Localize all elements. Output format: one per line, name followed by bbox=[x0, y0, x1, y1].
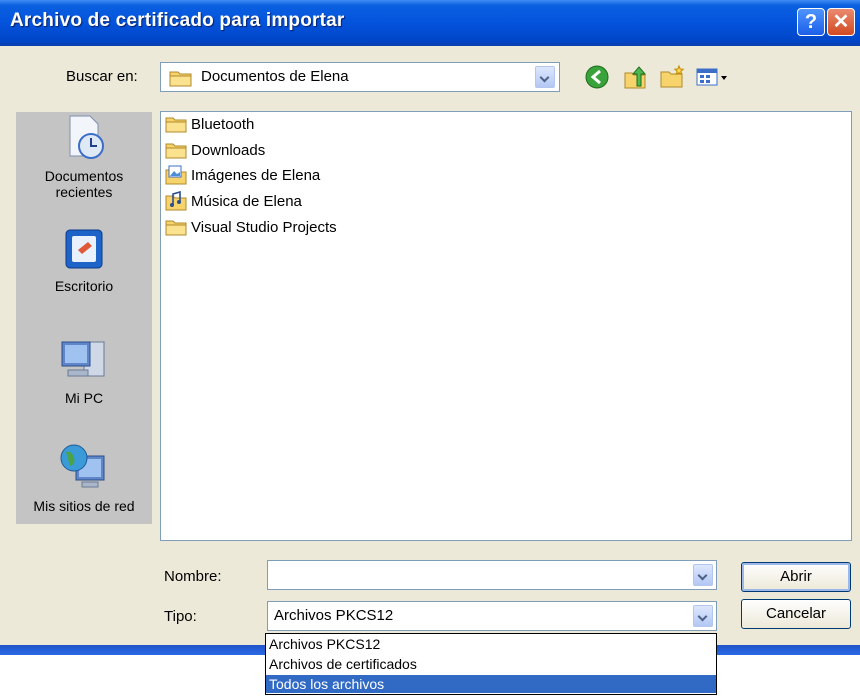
filetype-combobox[interactable]: Archivos PKCS12 bbox=[267, 601, 717, 631]
place-label: Documentos recientes bbox=[44, 168, 124, 200]
place-label: Mis sitios de red bbox=[33, 498, 135, 514]
filetype-option-selected[interactable]: Todos los archivos bbox=[266, 675, 716, 693]
filetype-option[interactable]: Archivos PKCS12 bbox=[266, 635, 716, 653]
place-label: Escritorio bbox=[54, 278, 114, 294]
new-folder-icon[interactable] bbox=[659, 64, 685, 90]
folder-icon bbox=[165, 143, 187, 159]
desktop-icon bbox=[65, 229, 103, 269]
music-folder-icon bbox=[165, 191, 187, 211]
window-title: Archivo de certificado para importar bbox=[10, 10, 345, 31]
network-places-icon bbox=[60, 444, 105, 488]
file-name: Visual Studio Projects bbox=[191, 218, 337, 236]
chevron-down-icon[interactable] bbox=[693, 605, 713, 627]
file-name: Música de Elena bbox=[191, 192, 302, 210]
list-item[interactable]: Downloads bbox=[165, 138, 265, 162]
lookin-label: Buscar en: bbox=[66, 68, 138, 85]
filetype-option[interactable]: Archivos de certificados bbox=[266, 655, 716, 673]
lookin-value: Documentos de Elena bbox=[201, 68, 349, 85]
place-desktop[interactable]: Escritorio bbox=[16, 226, 152, 294]
title-bar[interactable]: Archivo de certificado para importar ? ✕ bbox=[0, 0, 860, 46]
view-menu-icon[interactable] bbox=[695, 64, 729, 90]
filetype-label: Tipo: bbox=[164, 608, 197, 625]
filename-label: Nombre: bbox=[164, 568, 222, 585]
place-label: Mi PC bbox=[64, 390, 104, 406]
file-name: Imágenes de Elena bbox=[191, 166, 321, 184]
list-item[interactable]: Imágenes de Elena bbox=[165, 163, 320, 187]
file-list[interactable]: Bluetooth Downloads Imágenes de Elena Mú… bbox=[160, 111, 852, 541]
back-icon[interactable] bbox=[584, 64, 610, 90]
file-name: Bluetooth bbox=[191, 115, 255, 133]
up-folder-icon[interactable] bbox=[622, 64, 648, 90]
filetype-dropdown-list[interactable]: Archivos PKCS12 Archivos de certificados… bbox=[265, 633, 717, 695]
filetype-value: Archivos PKCS12 bbox=[274, 607, 394, 624]
recent-documents-icon bbox=[69, 115, 104, 159]
open-button[interactable]: Abrir bbox=[741, 562, 851, 592]
folder-icon bbox=[169, 71, 192, 87]
close-button[interactable]: ✕ bbox=[827, 8, 855, 36]
filename-input[interactable] bbox=[272, 564, 686, 588]
chevron-down-icon[interactable] bbox=[535, 66, 555, 88]
folder-icon bbox=[165, 117, 187, 133]
my-computer-icon bbox=[61, 341, 105, 377]
places-bar: Documentos recientes Escritorio Mi PC Mi… bbox=[16, 112, 152, 524]
filename-combobox[interactable] bbox=[267, 560, 717, 590]
place-recent-documents[interactable]: Documentos recientes bbox=[16, 112, 152, 200]
cancel-button[interactable]: Cancelar bbox=[741, 599, 851, 629]
pictures-folder-icon bbox=[165, 165, 187, 185]
list-item[interactable]: Música de Elena bbox=[165, 189, 302, 213]
list-item[interactable]: Bluetooth bbox=[165, 112, 254, 136]
place-network[interactable]: Mis sitios de red bbox=[16, 442, 152, 514]
file-open-dialog: Archivo de certificado para importar ? ✕… bbox=[0, 0, 860, 645]
list-item[interactable]: Visual Studio Projects bbox=[165, 215, 337, 239]
place-my-computer[interactable]: Mi PC bbox=[16, 336, 152, 406]
folder-icon bbox=[165, 220, 187, 236]
file-name: Downloads bbox=[191, 141, 266, 159]
lookin-combobox[interactable]: Documentos de Elena bbox=[160, 62, 560, 92]
chevron-down-icon[interactable] bbox=[693, 564, 713, 586]
help-button[interactable]: ? bbox=[797, 8, 825, 36]
